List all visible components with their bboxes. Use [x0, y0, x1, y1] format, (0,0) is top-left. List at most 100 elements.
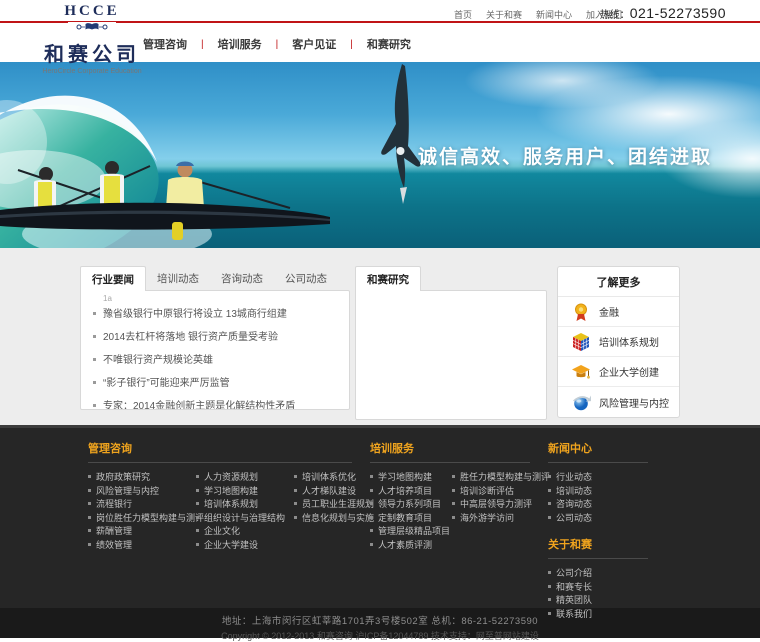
news-item-link[interactable]: 专家：2014金融创新主题是化解结构性矛盾 [103, 401, 295, 410]
footer-section-about: 关于和赛 公司介绍和赛专长精英团队联系我们 [548, 536, 666, 621]
footer-link[interactable]: 咨询动态 [556, 499, 592, 509]
learn-more-item-risk-control[interactable]: 风险管理与内控 [558, 387, 679, 417]
footer-link-item: 学习地图构建 [196, 485, 294, 499]
footer-link[interactable]: 员工职业生涯规划 [302, 499, 374, 509]
footer-link[interactable]: 流程银行 [96, 499, 132, 509]
eagle-silhouette [372, 64, 432, 204]
main-nav-link[interactable]: 和赛研究 [367, 36, 411, 52]
footer-link-item: 和赛专长 [548, 581, 666, 595]
footer-link[interactable]: 风险管理与内控 [96, 486, 159, 496]
footer-link[interactable]: 培训体系优化 [302, 472, 356, 482]
footer-section-consulting: 管理咨询 政府政策研究风险管理与内控流程银行岗位胜任力模型构建与测评薪酬管理绩效… [88, 440, 370, 621]
footer-section-news-center: 新闻中心 行业动态培训动态咨询动态公司动态 [548, 440, 666, 525]
footer-link[interactable]: 岗位胜任力模型构建与测评 [96, 513, 204, 523]
footer-link-item: 培训体系规划 [196, 498, 294, 512]
footer-link[interactable]: 公司介绍 [556, 568, 592, 578]
footer-link[interactable]: 胜任力模型构建与测评 [460, 472, 550, 482]
footer-link[interactable]: 和赛专长 [556, 582, 592, 592]
footer-link-item: 组织设计与治理结构 [196, 512, 294, 526]
news-tabs: 行业要闻培训动态咨询动态公司动态 [80, 266, 350, 290]
footer-link[interactable]: 绩效管理 [96, 540, 132, 550]
news-tab[interactable]: 公司动态 [274, 266, 338, 290]
footer-link[interactable]: 人力资源规划 [204, 472, 258, 482]
main-nav-link[interactable]: 客户见证 [292, 36, 336, 52]
footer-link[interactable]: 联系我们 [556, 609, 592, 619]
footer-link-item: 人力资源规划 [196, 471, 294, 485]
news-tab[interactable]: 行业要闻 [80, 266, 146, 291]
logo-company-name: 和赛公司 [34, 38, 150, 67]
main-nav: 管理咨询培训服务客户见证和赛研究 [143, 36, 411, 52]
footer-link[interactable]: 精英团队 [556, 595, 592, 605]
footer-link[interactable]: 组织设计与治理结构 [204, 513, 285, 523]
research-tab[interactable]: 和赛研究 [355, 266, 421, 291]
news-item-link[interactable]: “影子银行”可能迎来严厉监管 [103, 378, 230, 389]
footer-link[interactable]: 定制教育项目 [378, 513, 432, 523]
footer-link[interactable]: 信息化规划与实施 [302, 513, 374, 523]
main-nav-link[interactable]: 培训服务 [218, 36, 262, 52]
footer-link-item: 岗位胜任力模型构建与测评 [88, 512, 196, 526]
footer-link-item: 中高层领导力测评 [452, 498, 548, 512]
footer-link[interactable]: 人才培养项目 [378, 486, 432, 496]
footer-link[interactable]: 企业文化 [204, 526, 240, 536]
footer-links: 人力资源规划学习地图构建培训体系规划组织设计与治理结构企业文化企业大学建设 [196, 471, 294, 552]
footer-link-item: 培训动态 [548, 485, 666, 499]
site-logo[interactable]: HCCE 和赛公司 HeroCircle Corporate Education [34, 3, 150, 75]
learn-more-item-corporate-university[interactable]: 企业大学创建 [558, 357, 679, 387]
logo-company-name-en: HeroCircle Corporate Education [34, 68, 150, 75]
news-item-link[interactable]: 豫省级银行中原银行将设立 13城商行组建 [103, 309, 287, 320]
footer-heading: 关于和赛 [548, 536, 648, 559]
footer-links: 政府政策研究风险管理与内控流程银行岗位胜任力模型构建与测评薪酬管理绩效管理 [88, 471, 196, 552]
footer-link-item: 企业文化 [196, 525, 294, 539]
footer-section-training: 培训服务 学习地图构建人才培养项目领导力系列项目定制教育项目管理层级精品项目人才… [370, 440, 548, 621]
footer-link[interactable]: 学习地图构建 [378, 472, 432, 482]
footer-link-item: 胜任力模型构建与测评 [452, 471, 548, 485]
footer-link[interactable]: 培训动态 [556, 486, 592, 496]
footer-link[interactable]: 企业大学建设 [204, 540, 258, 550]
footer-heading: 管理咨询 [88, 440, 352, 463]
footer-link[interactable]: 人才梯队建设 [302, 486, 356, 496]
news-item: 豫省级银行中原银行将设立 13城商行组建 [93, 303, 337, 326]
hotline-label: 热线： [600, 10, 630, 21]
learn-more-item-training-system[interactable]: 培训体系规划 [558, 327, 679, 357]
main-nav-item: 培训服务 [187, 36, 262, 52]
footer-link[interactable]: 行业动态 [556, 472, 592, 482]
learn-more-label: 风险管理与内控 [599, 395, 669, 410]
footer-link[interactable]: 政府政策研究 [96, 472, 150, 482]
footer-link-item: 管理层级精品项目 [370, 525, 452, 539]
footer-link[interactable]: 培训诊断评估 [460, 486, 514, 496]
footer-link[interactable]: 领导力系列项目 [378, 499, 441, 509]
news-tab[interactable]: 培训动态 [146, 266, 210, 290]
hero-tagline: 诚信高效、服务用户、团结进取 [418, 142, 712, 169]
graduation-cap-icon [571, 362, 591, 382]
footer-link[interactable]: 学习地图构建 [204, 486, 258, 496]
open-book-icon [68, 22, 116, 32]
news-item: “影子银行”可能迎来严厉监管 [93, 372, 337, 395]
footer-link[interactable]: 海外游学访问 [460, 513, 514, 523]
footer-link-item: 公司介绍 [548, 567, 666, 581]
research-panel [355, 290, 547, 420]
utility-link[interactable]: 关于和赛 [486, 8, 522, 21]
footer-link[interactable]: 中高层领导力测评 [460, 499, 532, 509]
learn-more-box: 了解更多 金融 培训体系规划 [557, 266, 680, 418]
footer-link[interactable]: 管理层级精品项目 [378, 526, 450, 536]
news-tab[interactable]: 咨询动态 [210, 266, 274, 290]
footer-link[interactable]: 薪酬管理 [96, 526, 132, 536]
footer-link-item: 流程银行 [88, 498, 196, 512]
footer-links: 公司介绍和赛专长精英团队联系我们 [548, 567, 666, 621]
footer-heading: 新闻中心 [548, 440, 648, 463]
utility-link[interactable]: 首页 [454, 8, 472, 21]
utility-link[interactable]: 新闻中心 [536, 8, 572, 21]
learn-more-item-finance[interactable]: 金融 [558, 297, 679, 327]
footer-link[interactable]: 培训体系规划 [204, 499, 258, 509]
footer-link-item: 人才素质评测 [370, 539, 452, 553]
footer-link-item: 培训体系优化 [294, 471, 370, 485]
news-item: 不唯银行资产规模论英雄 [93, 349, 337, 372]
footer-link[interactable]: 公司动态 [556, 513, 592, 523]
footer-link[interactable]: 人才素质评测 [378, 540, 432, 550]
news-item-link[interactable]: 2014去杠杆将落地 银行资产质量受考验 [103, 332, 278, 343]
footer-heading: 培训服务 [370, 440, 530, 463]
footer-link-item: 信息化规划与实施 [294, 512, 370, 526]
research-box: 和赛研究 [355, 266, 547, 420]
footer-link-item: 精英团队 [548, 594, 666, 608]
news-item-link[interactable]: 不唯银行资产规模论英雄 [103, 355, 213, 366]
